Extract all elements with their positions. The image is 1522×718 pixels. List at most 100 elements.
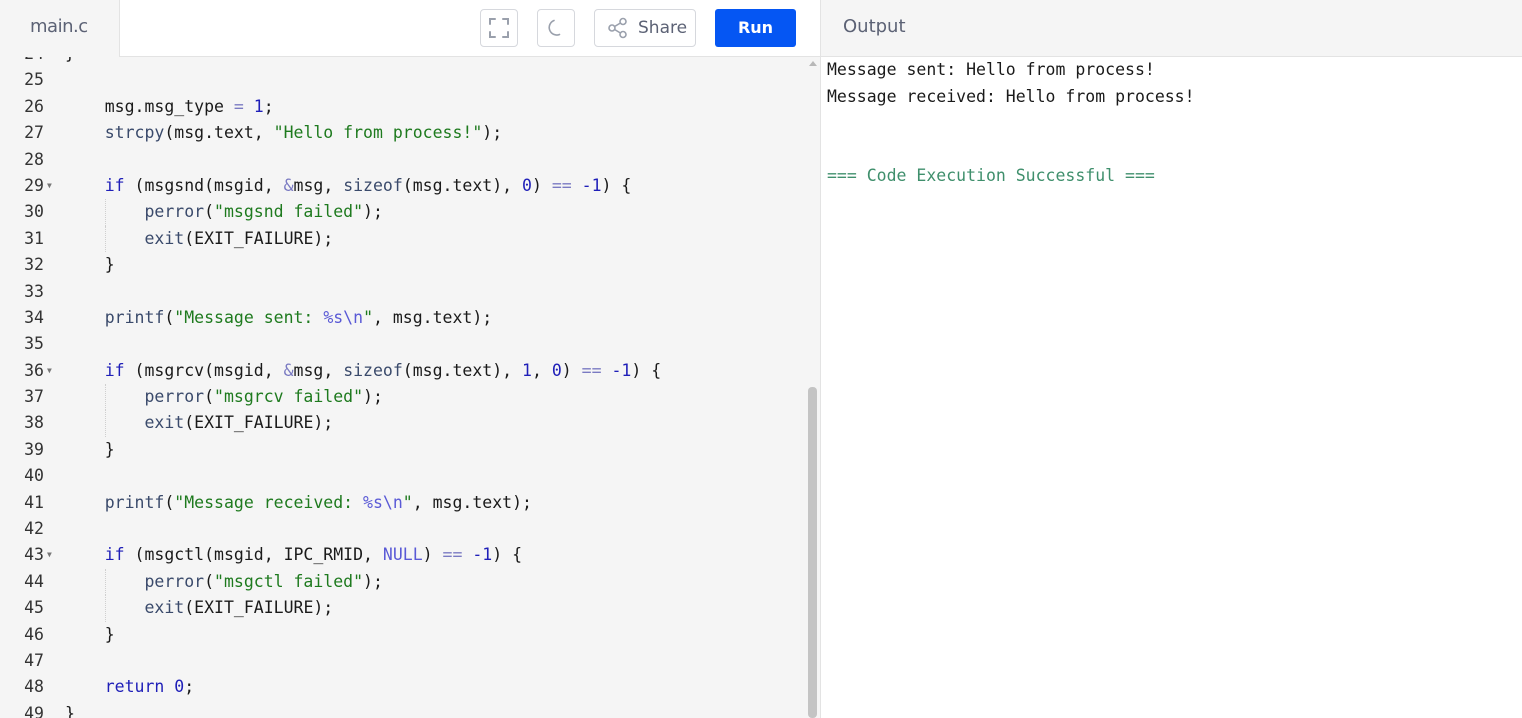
code-line: 49} (0, 701, 806, 718)
code-token: == (442, 545, 463, 565)
line-number: 45 (24, 598, 44, 618)
code-line: 32 } (0, 252, 806, 278)
code-line: 31 exit(EXIT_FAILURE); (0, 225, 806, 253)
moon-icon (548, 19, 561, 36)
run-button[interactable]: Run (715, 9, 796, 47)
code-line: 38 exit(EXIT_FAILURE); (0, 410, 806, 437)
code-token: if (104, 545, 125, 565)
line-number: 25 (24, 70, 44, 90)
code-token: } (65, 703, 75, 718)
theme-toggle-button[interactable] (537, 9, 575, 47)
code-token: perror (144, 387, 205, 407)
code-token: == (581, 360, 602, 380)
code-token: %s\n (323, 307, 364, 327)
code-text: if (msgctl(msgid, IPC_RMID, NULL) == -1)… (65, 542, 522, 568)
editor-header: main.c Share Run (0, 0, 820, 57)
line-number: 38 (24, 413, 44, 433)
line-number: 34 (24, 307, 44, 327)
code-token: NULL (382, 545, 423, 565)
code-token: (msgrcv(msgid, (124, 360, 284, 380)
code-token: ( (164, 307, 175, 327)
scroll-up-arrow-icon[interactable] (809, 61, 817, 66)
line-number: 39 (24, 439, 44, 459)
code-token: ( (204, 387, 215, 407)
code-text: exit(EXIT_FAILURE); (65, 410, 333, 436)
code-token: msg, (293, 175, 344, 195)
code-line: 37 perror("msgrcv failed"); (0, 384, 806, 411)
code-line: 26 msg.msg_type = 1; (0, 94, 806, 120)
code-line: 29 ▼ if (msgsnd(msgid, &msg, sizeof(msg.t… (0, 173, 806, 199)
code-token: "msgsnd failed" (214, 202, 364, 222)
file-tab-main-c[interactable]: main.c (0, 0, 120, 57)
code-editor[interactable]: 24} 25 26 msg.msg_type = 1;27 strcpy(msg.t… (0, 57, 806, 718)
code-token: exit (144, 598, 185, 618)
fullscreen-icon (489, 18, 509, 38)
code-line: 39 } (0, 437, 806, 463)
code-text: return 0; (65, 674, 194, 700)
line-number: 41 (24, 492, 44, 512)
code-token: ( (204, 571, 215, 591)
code-token: -1 (581, 175, 602, 195)
code-line: 25 (0, 67, 806, 93)
code-token: == (551, 175, 572, 195)
fold-arrow-icon[interactable]: ▼ (47, 173, 52, 199)
output-line: Message sent: Hello from process! (827, 60, 1155, 79)
output-line: Message received: Hello from process! (827, 86, 1195, 106)
code-token: ) { (601, 175, 632, 195)
code-token: (EXIT_FAILURE); (184, 228, 334, 248)
code-token: , msg.text); (373, 307, 493, 327)
code-token: & (283, 360, 294, 380)
code-text: if (msgsnd(msgid, &msg, sizeof(msg.text)… (65, 173, 632, 199)
code-line: 46 } (0, 622, 806, 648)
code-text: perror("msgsnd failed"); (65, 199, 382, 225)
code-token: = (233, 96, 244, 116)
line-number: 33 (24, 281, 44, 301)
code-text: strcpy(msg.text, "Hello from process!"); (65, 120, 502, 146)
fold-arrow-icon[interactable]: ▼ (47, 542, 52, 568)
editor-pane: main.c Share Run 24} 25 26 (0, 0, 820, 718)
output-pane: Output Message sent: Hello from process!… (820, 0, 1522, 718)
line-number: 35 (24, 334, 44, 354)
line-number: 36 (24, 360, 44, 380)
code-token: strcpy (104, 123, 165, 143)
code-token: 0 (174, 677, 185, 697)
code-token: sizeof (343, 360, 403, 380)
code-token: perror (144, 571, 205, 591)
fold-arrow-icon[interactable]: ▼ (47, 358, 52, 384)
line-number: 40 (24, 466, 44, 486)
code-token: 1 (253, 96, 264, 116)
share-button[interactable]: Share (594, 9, 696, 47)
line-number: 24 (0, 57, 44, 67)
code-token: " (363, 307, 373, 327)
line-number: 37 (24, 387, 44, 407)
editor-scrollbar[interactable] (806, 57, 820, 718)
line-number: 47 (24, 650, 44, 670)
fullscreen-button[interactable] (480, 9, 518, 47)
code-token: exit (144, 228, 185, 248)
code-text: perror("msgrcv failed"); (65, 384, 382, 410)
code-text: perror("msgctl failed"); (65, 569, 382, 595)
line-number: 28 (24, 149, 44, 169)
code-line: 45 exit(EXIT_FAILURE); (0, 595, 806, 622)
code-token: "Message received: (174, 492, 364, 512)
code-token: ; (263, 96, 274, 116)
code-line: 27 strcpy(msg.text, "Hello from process!… (0, 120, 806, 146)
code-token: -1 (611, 360, 632, 380)
code-line: 44 perror("msgctl failed"); (0, 568, 806, 596)
code-text: printf("Message received: %s\n", msg.tex… (65, 490, 532, 516)
code-token: %s\n (363, 492, 403, 512)
code-line: 47 (0, 648, 806, 674)
scrollbar-thumb[interactable] (808, 387, 817, 718)
code-text: if (msgrcv(msgid, &msg, sizeof(msg.text)… (65, 358, 661, 384)
